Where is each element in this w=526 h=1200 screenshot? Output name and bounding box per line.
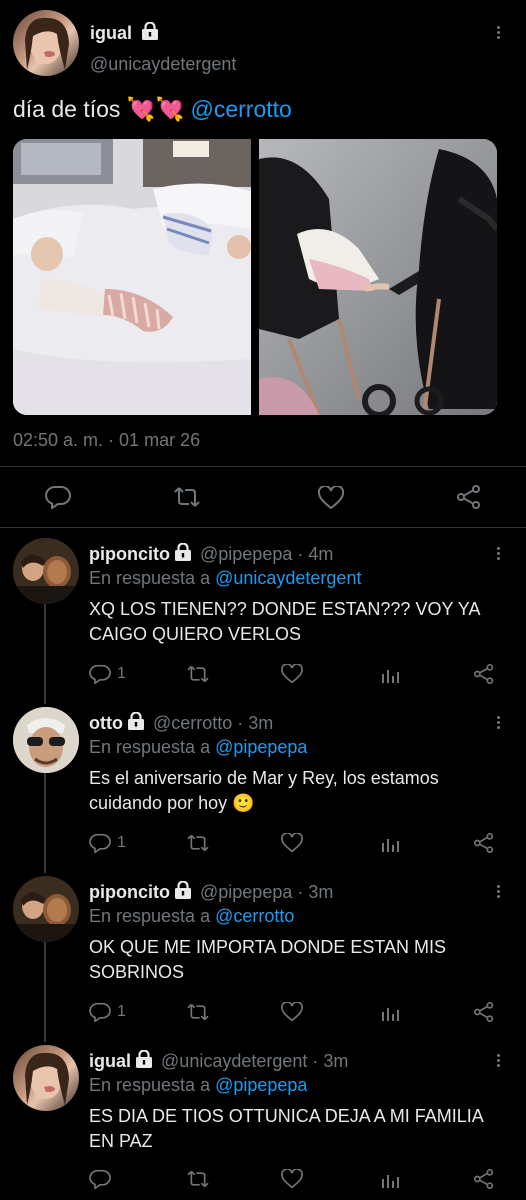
avatar-image: [25, 1052, 69, 1105]
reply-actions: 1: [89, 999, 497, 1025]
avatar-image: [13, 707, 79, 773]
reply-count: 1: [117, 834, 126, 851]
retweet-icon[interactable]: [187, 830, 209, 856]
author-name[interactable]: igual: [89, 1051, 131, 1071]
author-name[interactable]: piponcito: [89, 882, 170, 902]
more-icon[interactable]: [488, 1050, 508, 1070]
avatar[interactable]: [13, 1045, 79, 1111]
reply-icon: [89, 664, 111, 684]
like-icon[interactable]: [317, 484, 345, 515]
reply-to-link[interactable]: @pipepepa: [215, 737, 307, 757]
reply-count: 1: [117, 1003, 126, 1020]
author-handle[interactable]: @unicaydetergent: [90, 54, 236, 75]
author-handle-time[interactable]: @pipepepa · 4m: [200, 544, 333, 564]
retweet-icon[interactable]: [187, 1166, 209, 1192]
avatar-image: [13, 876, 79, 942]
share-icon[interactable]: [473, 830, 495, 856]
lock-icon: [127, 712, 144, 730]
tweet-text: día de tíos 💘💘 @cerrotto: [13, 96, 292, 123]
share-icon[interactable]: [473, 661, 495, 687]
reply-text: Es el aniversario de Mar y Rey, los esta…: [89, 768, 439, 813]
author-name[interactable]: igual: [90, 23, 132, 43]
author-handle-time[interactable]: @cerrotto · 3m: [153, 713, 273, 733]
reply-icon: [89, 1169, 111, 1189]
thread-line: [44, 604, 46, 704]
reply-count: 1: [117, 665, 126, 682]
lock-icon: [136, 1050, 153, 1068]
reply-label: En respuesta a: [89, 906, 211, 926]
author-name[interactable]: piponcito: [89, 544, 170, 564]
reply-to-link[interactable]: @pipepepa: [215, 1075, 307, 1095]
like-icon[interactable]: [281, 830, 303, 856]
reply-to-link[interactable]: @unicaydetergent: [215, 568, 361, 588]
avatar-image: [13, 538, 79, 604]
tweet-photo-right[interactable]: [259, 139, 497, 415]
author-name[interactable]: otto: [89, 713, 123, 733]
lock-icon: [174, 881, 191, 899]
lock-icon: [142, 22, 159, 40]
tweet-text-body: día de tíos: [13, 96, 121, 122]
more-icon[interactable]: [488, 543, 508, 563]
avatar[interactable]: [13, 707, 79, 773]
share-icon[interactable]: [473, 999, 495, 1025]
analytics-icon[interactable]: [379, 661, 401, 687]
analytics-icon[interactable]: [379, 999, 401, 1025]
reply-button[interactable]: [89, 1166, 117, 1192]
lock-icon: [174, 543, 191, 561]
retweet-icon[interactable]: [187, 661, 209, 687]
like-icon[interactable]: [281, 1166, 303, 1192]
like-icon[interactable]: [281, 999, 303, 1025]
reply-text: XQ LOS TIENEN?? DONDE ESTAN??? VOY YA CA…: [89, 599, 480, 644]
thread-line: [44, 942, 46, 1042]
reply-to-link[interactable]: @cerrotto: [215, 906, 294, 926]
like-icon[interactable]: [281, 661, 303, 687]
mention-link[interactable]: @cerrotto: [190, 96, 291, 122]
avatar[interactable]: [13, 876, 79, 942]
more-icon[interactable]: [488, 22, 508, 42]
reply-button[interactable]: 1: [89, 999, 126, 1025]
reply-text: ES DIA DE TIOS OTTUNICA DEJA A MI FAMILI…: [89, 1106, 483, 1151]
analytics-icon[interactable]: [379, 830, 401, 856]
author-handle-time[interactable]: @unicaydetergent · 3m: [161, 1051, 348, 1071]
divider: [0, 466, 526, 467]
reply-icon: [89, 833, 111, 853]
analytics-icon[interactable]: [379, 1166, 401, 1192]
reply-button[interactable]: 1: [89, 830, 126, 856]
more-icon[interactable]: [488, 712, 508, 732]
avatar[interactable]: [13, 10, 79, 76]
avatar-image: [25, 17, 69, 70]
retweet-icon[interactable]: [187, 999, 209, 1025]
avatar[interactable]: [13, 538, 79, 604]
reply-label: En respuesta a: [89, 568, 211, 588]
reply-icon[interactable]: [45, 485, 71, 514]
reply-button[interactable]: 1: [89, 661, 126, 687]
tweet-emojis: 💘💘: [126, 96, 185, 122]
thread-line: [44, 773, 46, 873]
reply-icon: [89, 1002, 111, 1022]
author-handle-time[interactable]: @pipepepa · 3m: [200, 882, 333, 902]
reply-actions: 1: [89, 661, 497, 687]
reply-text: OK QUE ME IMPORTA DONDE ESTAN MIS SOBRIN…: [89, 937, 447, 982]
retweet-icon[interactable]: [174, 485, 200, 514]
photo-babies-on-bed: [13, 139, 251, 415]
tweet-photo-left[interactable]: [13, 139, 251, 415]
reply-label: En respuesta a: [89, 1075, 211, 1095]
reply-actions: 1: [89, 830, 497, 856]
reply-label: En respuesta a: [89, 737, 211, 757]
share-icon[interactable]: [473, 1166, 495, 1192]
more-icon[interactable]: [488, 881, 508, 901]
divider: [0, 527, 526, 528]
reply-actions: [89, 1166, 497, 1192]
tweet-timestamp[interactable]: 02:50 a. m. · 01 mar 26: [13, 430, 200, 451]
share-icon[interactable]: [456, 485, 482, 514]
photo-strollers-holding-hands: [259, 139, 497, 415]
